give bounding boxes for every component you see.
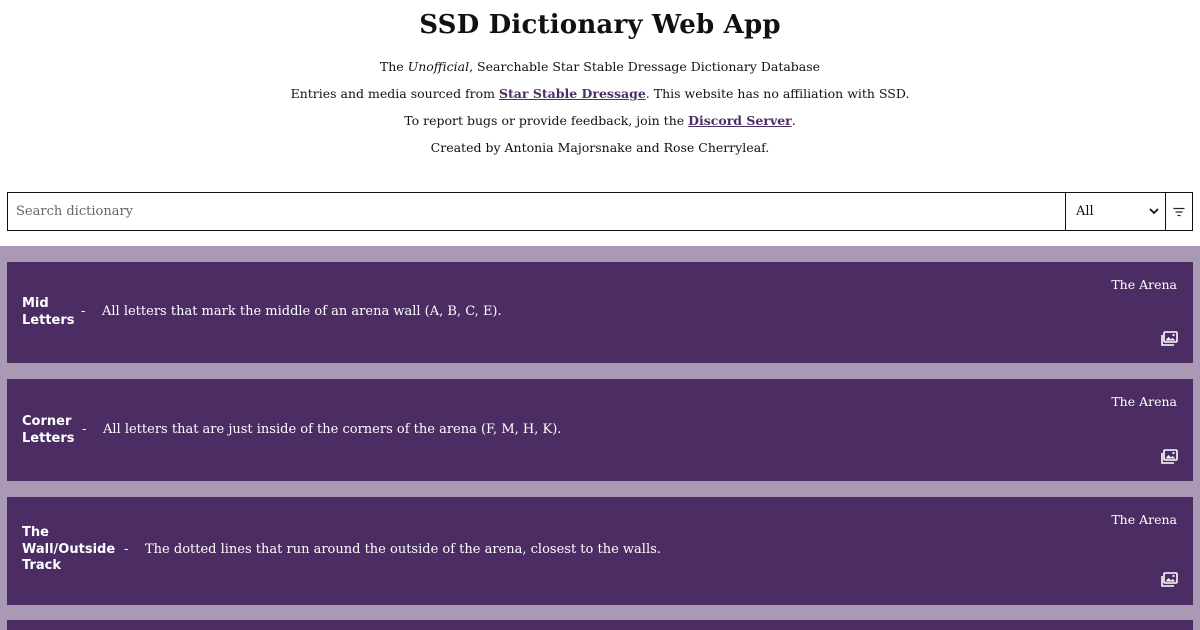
source-line: Entries and media sourced from Star Stab…: [0, 86, 1200, 101]
entry-term-line: Wall/Outside: [22, 541, 116, 557]
subtitle-text-pre: The: [379, 59, 408, 74]
subtitle-line: The Unofficial, Searchable Star Stable D…: [0, 59, 1200, 74]
star-stable-dressage-link[interactable]: Star Stable Dressage: [499, 86, 646, 101]
source-text-pre: Entries and media sourced from: [290, 86, 499, 101]
category-select[interactable]: All: [1065, 193, 1165, 230]
image-gallery-icon[interactable]: [1159, 572, 1178, 589]
entry-category: The Arena: [1111, 394, 1177, 409]
subtitle-text-post: , Searchable Star Stable Dressage Dictio…: [469, 59, 821, 74]
subtitle-emphasis: Unofficial: [407, 59, 470, 74]
entry-definition: All letters that mark the middle of an a…: [102, 304, 502, 319]
entry-category: The Arena: [1111, 277, 1177, 292]
results-list: Mid Letters - All letters that mark the …: [0, 246, 1200, 630]
image-gallery-icon[interactable]: [1159, 331, 1178, 348]
entry-separator: -: [81, 304, 86, 319]
entry-term-line: The: [22, 525, 49, 540]
entry-term-line: Track: [22, 558, 61, 573]
filter-icon: [1173, 207, 1185, 216]
dictionary-entry[interactable]: The Wall/Outside Track - The dotted line…: [7, 497, 1193, 605]
search-input[interactable]: [8, 193, 1065, 230]
category-select-value: All: [1076, 204, 1094, 219]
page-header: SSD Dictionary Web App The Unofficial, S…: [0, 0, 1200, 246]
entry-term-line: Corner: [22, 414, 72, 429]
entry-term-line: Mid: [22, 296, 49, 311]
entry-term: The Wall/Outside Track: [22, 525, 115, 575]
entry-category: The Arena: [1111, 512, 1177, 527]
entry-separator: -: [124, 542, 129, 557]
chevron-down-icon: [1149, 208, 1159, 215]
credits-line: Created by Antonia Majorsnake and Rose C…: [430, 140, 770, 155]
discord-server-link[interactable]: Discord Server: [688, 113, 792, 128]
image-gallery-icon[interactable]: [1159, 449, 1178, 466]
dictionary-entry[interactable]: [7, 620, 1193, 630]
search-bar: All: [7, 192, 1193, 231]
filter-button[interactable]: [1165, 193, 1192, 230]
entry-term-line: Letters: [22, 430, 75, 446]
entry-definition: All letters that are just inside of the …: [103, 422, 562, 437]
dictionary-entry[interactable]: Corner Letters - All letters that are ju…: [7, 379, 1193, 481]
entry-term: Mid Letters: [22, 296, 75, 329]
dictionary-entry[interactable]: Mid Letters - All letters that mark the …: [7, 262, 1193, 363]
page-title: SSD Dictionary Web App: [419, 10, 781, 40]
entry-separator: -: [82, 422, 87, 437]
entry-term: Corner Letters: [22, 414, 75, 447]
feedback-text-post: .: [791, 113, 796, 128]
feedback-line: To report bugs or provide feedback, join…: [0, 113, 1200, 128]
entry-definition: The dotted lines that run around the out…: [145, 542, 661, 557]
entry-term-line: Letters: [22, 312, 75, 328]
feedback-text-pre: To report bugs or provide feedback, join…: [404, 113, 689, 128]
source-text-post: . This website has no affiliation with S…: [645, 86, 910, 101]
